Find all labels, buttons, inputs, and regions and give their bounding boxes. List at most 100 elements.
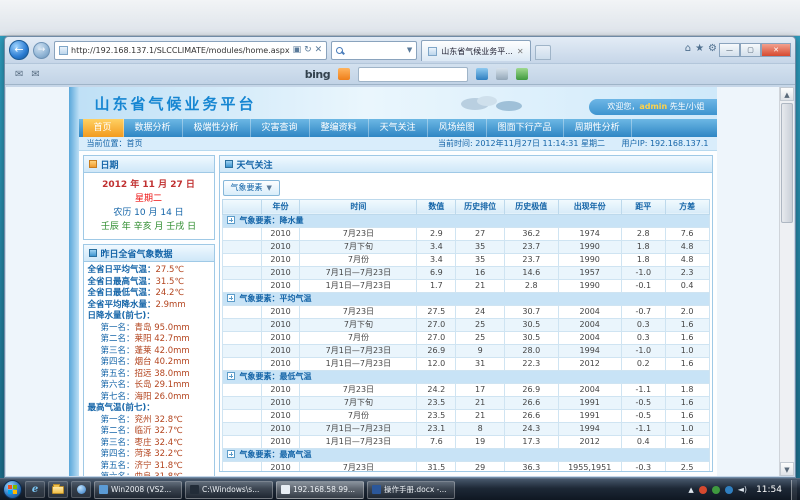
table-group-row[interactable]: 气象要素：降水量 [222,214,709,227]
vertical-scrollbar[interactable]: ▲ ▼ [779,87,794,476]
table-data-row[interactable]: 20107月1日—7月23日23.1824.31994-1.11.0 [222,422,709,435]
start-button[interactable] [3,480,22,499]
nav-item-7[interactable]: 图面下行产品 [487,119,564,137]
table-data-row[interactable]: 20101月1日—7月23日12.03122.320120.21.6 [222,357,709,370]
stop-icon[interactable]: ✕ [315,45,323,55]
expand-icon[interactable] [227,216,235,224]
tray-status-icon[interactable] [712,486,720,494]
scroll-up-icon[interactable]: ▲ [780,87,794,101]
taskbar-window-button[interactable]: Win2008 (VS2... [94,481,182,499]
column-header: 距平 [621,199,665,214]
expand-icon[interactable] [227,372,235,380]
table-cell: 2.8 [621,227,665,240]
table-data-row[interactable]: 20107月份3.43523.719901.84.8 [222,253,709,266]
nav-item-3[interactable]: 灾害查询 [251,119,310,137]
nav-item-5[interactable]: 天气关注 [369,119,428,137]
table-data-row[interactable]: 20107月1日—7月23日6.91614.61957-1.02.3 [222,266,709,279]
expand-icon[interactable] [227,450,235,458]
home-icon[interactable]: ⌂ [683,43,693,57]
tab-close-icon[interactable]: ✕ [517,47,524,56]
table-cell: 0.2 [621,357,665,370]
toolbar-blue-icon[interactable] [476,68,488,80]
table-data-row[interactable]: 20101月1日—7月23日1.7212.81990-0.10.4 [222,279,709,292]
group-label: 气象要素：最低气温 [240,372,312,381]
settings-gear-icon[interactable]: ⚙ [706,43,719,57]
taskbar-media-icon[interactable] [71,481,91,498]
table-cell: 24 [456,305,505,318]
table-data-row[interactable]: 20107月下旬23.52126.61991-0.51.6 [222,396,709,409]
taskbar-clock[interactable]: 11:54 [752,485,786,495]
table-cell: 2012 [558,357,621,370]
tray-alert-icon[interactable] [699,486,707,494]
table-cell: 35 [456,253,505,266]
table-data-row[interactable]: 20107月份27.02530.520040.31.6 [222,331,709,344]
maximize-button[interactable]: ▢ [740,43,761,57]
nav-item-4[interactable]: 整编资料 [310,119,369,137]
close-button[interactable]: ✕ [761,43,791,57]
url-text[interactable]: http://192.168.137.1/SLCCLIMATE/modules/… [71,46,290,55]
table-cell: 2010 [261,357,300,370]
table-cell: -1.0 [621,266,665,279]
toolbar-orange-icon[interactable] [338,68,350,80]
nav-item-2[interactable]: 极端性分析 [183,119,251,137]
tray-volume-icon[interactable]: ◄) [738,485,747,494]
refresh-icon[interactable]: ↻ [304,45,312,55]
search-dropdown-icon[interactable]: ▼ [407,46,412,54]
table-cell: 7月23日 [300,461,417,472]
row-select-cell [222,318,261,331]
nav-item-0[interactable]: 首页 [83,119,124,137]
table-data-row[interactable]: 20107月1日—7月23日26.9928.01994-1.01.0 [222,344,709,357]
table-group-row[interactable]: 气象要素：最高气温 [222,448,709,461]
tray-expand-icon[interactable]: ▲ [688,486,693,494]
toolbar-green-icon[interactable] [516,68,528,80]
chevron-down-icon: ▼ [267,184,272,192]
taskbar-window-button[interactable]: C:\Windows\s... [185,481,273,499]
minimize-button[interactable]: — [719,43,740,57]
rank-item: 第一名：青岛 95.0mm [88,323,210,335]
table-group-row[interactable]: 气象要素：平均气温 [222,292,709,305]
focus-table-body: 气象要素：降水量20107月23日2.92736.219742.87.62010… [222,214,709,472]
mail-icon[interactable]: ✉ [15,69,23,80]
address-bar[interactable]: http://192.168.137.1/SLCCLIMATE/modules/… [54,41,327,60]
nav-item-1[interactable]: 数据分析 [124,119,183,137]
browser-tab[interactable]: 山东省气候业务平... ✕ [421,40,530,61]
back-button[interactable]: ← [9,40,29,60]
favorites-icon[interactable]: ★ [693,43,706,57]
toolbar-search-input[interactable] [358,67,468,82]
scrollbar-thumb[interactable] [781,103,793,223]
table-group-row[interactable]: 气象要素：最低气温 [222,370,709,383]
search-box[interactable]: ▼ [331,41,417,60]
taskbar-window-button[interactable]: 192.168.58.99... [276,481,364,499]
table-data-row[interactable]: 20101月1日—7月23日7.61917.320120.41.6 [222,435,709,448]
table-data-row[interactable]: 20107月23日27.52430.72004-0.72.0 [222,305,709,318]
message-icon[interactable]: ✉ [31,69,39,80]
table-cell: 2.0 [665,305,709,318]
taskbar-explorer-icon[interactable] [48,481,68,498]
table-cell: 2010 [261,240,300,253]
table-data-row[interactable]: 20107月23日24.21726.92004-1.11.8 [222,383,709,396]
table-data-row[interactable]: 20107月23日31.52936.31955,1951-0.32.5 [222,461,709,472]
element-filter-button[interactable]: 气象要素 ▼ [223,180,280,196]
table-data-row[interactable]: 20107月下旬3.43523.719901.84.8 [222,240,709,253]
show-desktop-button[interactable] [791,480,797,500]
table-cell: 1.6 [665,396,709,409]
taskbar-window-button[interactable]: 操作手册.docx -... [367,481,455,499]
table-data-row[interactable]: 20107月23日2.92736.219742.87.6 [222,227,709,240]
weather-data-icon [89,249,97,257]
compatibility-icon[interactable]: ▣ [293,45,302,55]
new-tab-button[interactable] [535,45,551,60]
table-data-row[interactable]: 20107月份23.52126.61991-0.51.6 [222,409,709,422]
nav-item-8[interactable]: 周期性分析 [564,119,632,137]
nav-item-6[interactable]: 风场绘图 [428,119,487,137]
forward-button[interactable]: → [33,42,50,59]
table-cell: -0.3 [621,461,665,472]
table-data-row[interactable]: 20107月下旬27.02530.520040.31.6 [222,318,709,331]
table-cell: 7月23日 [300,227,417,240]
tray-network-icon[interactable] [725,486,733,494]
table-cell: 1.8 [621,240,665,253]
scroll-down-icon[interactable]: ▼ [780,462,794,476]
table-cell: 31.5 [417,461,456,472]
expand-icon[interactable] [227,294,235,302]
toolbar-gray-icon[interactable] [496,68,508,80]
taskbar-ie-icon[interactable]: e [25,481,45,498]
